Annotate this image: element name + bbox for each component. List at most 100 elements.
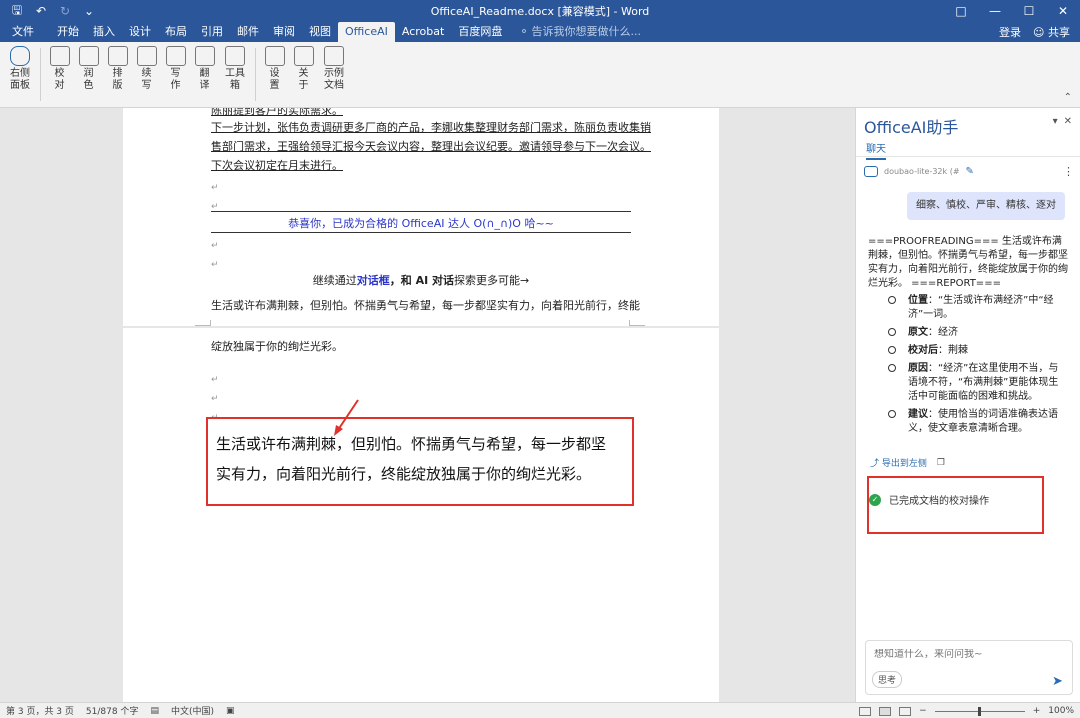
- export-to-left-button[interactable]: ⤴ 导出到左侧: [870, 456, 927, 469]
- login-link[interactable]: 登录: [999, 24, 1021, 40]
- doc-line: 陈丽提到客户的实际需求。: [211, 108, 343, 117]
- chat-input[interactable]: [874, 649, 1054, 660]
- word-count[interactable]: 51/878 个字: [80, 704, 145, 717]
- undo-icon[interactable]: ↶: [32, 4, 50, 18]
- minimize-icon[interactable]: —: [978, 0, 1012, 22]
- close-icon[interactable]: ✕: [1046, 0, 1080, 22]
- proofread-icon: [49, 46, 70, 66]
- ribbon-label: 关于: [298, 68, 309, 91]
- ribbon-label: 写作: [170, 68, 181, 91]
- window-controls: □ — ☐ ✕: [944, 0, 1080, 22]
- tab-acrobat[interactable]: Acrobat: [395, 22, 451, 42]
- tab-view[interactable]: 视图: [302, 22, 338, 42]
- pane-options-icon[interactable]: ▾: [1053, 116, 1058, 127]
- ribbon-label: 校对: [54, 68, 65, 91]
- layout-button[interactable]: 排版: [103, 42, 132, 107]
- bullet-icon: [888, 410, 896, 418]
- horizontal-rule: [211, 232, 631, 233]
- red-arrow-icon: [334, 399, 359, 436]
- share-label: 共享: [1048, 26, 1070, 39]
- report-value: ：经济: [928, 327, 958, 338]
- maximize-icon[interactable]: ☐: [1012, 0, 1046, 22]
- document-area[interactable]: 陈丽提到客户的实际需求。 下一步计划，张伟负责调研更多厂商的产品，李娜收集整理财…: [0, 108, 855, 702]
- tell-me-search[interactable]: ⚬ 告诉我你想要做什么...: [509, 22, 641, 42]
- copy-icon[interactable]: ❐: [937, 458, 945, 468]
- tab-chat[interactable]: 聊天: [866, 140, 886, 160]
- tab-insert[interactable]: 插入: [86, 22, 122, 42]
- language[interactable]: 中文(中国): [165, 704, 220, 717]
- paragraph-mark: ↵: [211, 394, 219, 404]
- person-icon: ☺: [1033, 26, 1045, 39]
- report-value: ：“生活或许布满经济”中“经济”一词。: [908, 295, 1054, 320]
- dialog-link[interactable]: 对话框: [357, 274, 390, 287]
- lightbulb-icon: ⚬: [519, 25, 529, 38]
- customize-icon[interactable]: ⌄: [80, 4, 98, 18]
- tab-home[interactable]: 开始: [50, 22, 86, 42]
- zoom-slider-knob[interactable]: [978, 706, 982, 716]
- send-icon[interactable]: ➤: [1052, 675, 1066, 689]
- doc-line: 生活或许布满荆棘，但别怕。怀揣勇气与希望，每一步都坚实有力，向着阳光前行，终能: [211, 299, 640, 312]
- write-button[interactable]: 写作: [161, 42, 190, 107]
- about-button[interactable]: 关于: [289, 42, 318, 107]
- paragraph-mark: ↵: [211, 183, 219, 193]
- pane-controls: ▾ ✕: [1053, 116, 1072, 127]
- collapse-ribbon-icon[interactable]: ⌃: [1064, 92, 1072, 103]
- continue-button[interactable]: 续写: [132, 42, 161, 107]
- ribbon-separator: [40, 48, 41, 101]
- zoom-level[interactable]: 100%: [1048, 706, 1074, 716]
- ribbon-tabs: 文件 开始 插入 设计 布局 引用 邮件 审阅 视图 OfficeAI Acro…: [0, 22, 1080, 42]
- tab-references[interactable]: 引用: [194, 22, 230, 42]
- bullet-icon: [888, 296, 896, 304]
- web-layout-icon[interactable]: [899, 706, 912, 716]
- save-icon[interactable]: 🖫: [8, 1, 26, 22]
- panel-icon: [10, 46, 30, 66]
- chat-input-box[interactable]: 思考 ➤: [865, 640, 1073, 695]
- translate-button[interactable]: 翻译: [190, 42, 219, 107]
- read-mode-icon[interactable]: [859, 706, 872, 716]
- document-page[interactable]: 陈丽提到客户的实际需求。 下一步计划，张伟负责调研更多厂商的产品，李娜收集整理财…: [123, 108, 719, 326]
- tab-file[interactable]: 文件: [0, 22, 50, 42]
- tab-review[interactable]: 审阅: [266, 22, 302, 42]
- list-item: 校对后：荆棘: [886, 344, 1066, 358]
- ribbon-display-icon[interactable]: □: [944, 0, 978, 22]
- page-count[interactable]: 第 3 页，共 3 页: [0, 704, 80, 717]
- document-page[interactable]: 绽放独属于你的绚烂光彩。 ↵ ↵ ↵: [123, 328, 719, 702]
- tab-baidu-netdisk[interactable]: 百度网盘: [451, 22, 509, 42]
- export-label: 导出到左侧: [881, 459, 927, 469]
- sample-doc-button[interactable]: 示例文档: [318, 42, 350, 107]
- settings-button[interactable]: 设置: [260, 42, 289, 107]
- polish-button[interactable]: 润色: [74, 42, 103, 107]
- macro-icon[interactable]: ▣: [220, 706, 241, 716]
- tab-mailings[interactable]: 邮件: [230, 22, 266, 42]
- zoom-in-icon[interactable]: +: [1033, 706, 1041, 716]
- bullet-icon: [888, 364, 896, 372]
- tab-layout[interactable]: 布局: [158, 22, 194, 42]
- model-name[interactable]: doubao-lite-32k (#: [884, 167, 960, 176]
- list-item: 原文：经济: [886, 326, 1066, 340]
- highlight-line: 生活或许布满荆棘，但别怕。怀揣勇气与希望，每一步都坚: [216, 435, 607, 453]
- think-toggle[interactable]: 思考: [872, 671, 903, 688]
- continue-post: 探索更多可能→: [454, 274, 530, 287]
- right-panel-button[interactable]: 右侧面板: [4, 42, 36, 107]
- toolbox-button[interactable]: 工具箱: [219, 42, 251, 107]
- proofread-button[interactable]: 校对: [45, 42, 74, 107]
- tell-me-text: 告诉我你想要做什么...: [531, 25, 642, 38]
- share-button[interactable]: ☺ 共享: [1033, 24, 1070, 40]
- pane-close-icon[interactable]: ✕: [1064, 116, 1072, 127]
- zoom-slider[interactable]: [934, 706, 1025, 716]
- print-layout-icon[interactable]: [879, 706, 892, 716]
- status-text: 已完成文档的校对操作: [889, 496, 989, 507]
- tab-design[interactable]: 设计: [122, 22, 158, 42]
- officeai-pane: OfficeAI助手 ▾ ✕ 聊天 doubao-lite-32k (# ✎ ⋮…: [855, 108, 1080, 702]
- report-key: 建议: [908, 409, 928, 420]
- tab-officeai[interactable]: OfficeAI: [338, 22, 395, 42]
- ribbon-label: 翻译: [199, 68, 210, 91]
- edit-icon[interactable]: ✎: [966, 166, 974, 177]
- list-item: 原因：“经济”在这里使用不当，与语境不符，“布满荆棘”更能体现生活中可能面临的困…: [886, 362, 1066, 404]
- redo-icon[interactable]: ↻: [56, 4, 74, 18]
- proofing-icon[interactable]: ▤: [144, 706, 165, 716]
- report-key: 校对后: [908, 345, 938, 356]
- more-options-icon[interactable]: ⋮: [1063, 165, 1074, 178]
- zoom-out-icon[interactable]: −: [919, 706, 927, 716]
- doc-line: 下次会议初定在月末进行。: [211, 159, 343, 172]
